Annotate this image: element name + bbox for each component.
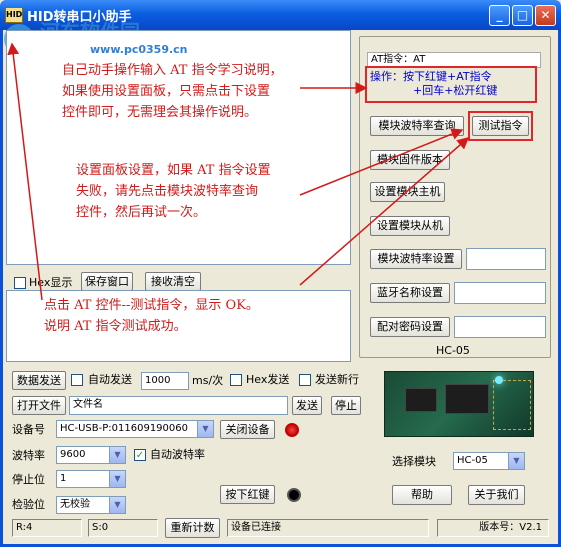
- close-button[interactable]: ✕: [535, 5, 556, 26]
- module-led-icon: [495, 376, 503, 384]
- device-status-text: 设备已连接: [227, 519, 429, 537]
- device-label: 设备号: [12, 423, 45, 436]
- press-red-key-button[interactable]: 按下红键: [220, 485, 275, 504]
- version-value: V2.1: [519, 522, 542, 533]
- module-chip-icon: [445, 384, 489, 414]
- module-antenna-icon: [493, 380, 531, 430]
- test-command-button[interactable]: 测试指令: [472, 116, 529, 136]
- hex-send-checkbox[interactable]: [230, 374, 242, 386]
- stopbit-select[interactable]: 1 ▼: [56, 470, 126, 488]
- about-button[interactable]: 关于我们: [468, 485, 525, 505]
- hex-display-checkbox[interactable]: [14, 277, 26, 289]
- open-file-button[interactable]: 打开文件: [12, 396, 66, 415]
- version-label: 版本号：: [479, 522, 520, 533]
- stopbit-label: 停止位: [12, 473, 45, 486]
- chevron-down-icon: ▼: [197, 421, 213, 437]
- send-newline-checkbox[interactable]: [299, 374, 311, 386]
- close-device-button[interactable]: 关闭设备: [220, 420, 275, 439]
- op-line-1: 操作：按下红键+AT指令: [370, 70, 492, 83]
- hex-send-label: Hex发送: [246, 373, 290, 386]
- bt-name-input[interactable]: [454, 282, 546, 304]
- baud-label: 波特率: [12, 449, 45, 462]
- save-window-button[interactable]: 保存窗口: [81, 272, 133, 291]
- auto-send-label: 自动发送: [88, 373, 132, 386]
- send-data-button[interactable]: 数据发送: [12, 371, 66, 390]
- module-caption: HC-05: [436, 344, 470, 357]
- set-bt-name-button[interactable]: 蓝牙名称设置: [370, 283, 450, 303]
- module-select-label: 选择模块: [392, 455, 436, 468]
- set-pin-button[interactable]: 配对密码设置: [370, 317, 450, 337]
- clear-receive-button[interactable]: 接收清空: [145, 272, 201, 291]
- firmware-version-button[interactable]: 模块固件版本: [370, 150, 450, 170]
- annotation-panel-guide: 设置面板设置，如果 AT 指令设置 失败，请先点击模块波特率查询 控件，然后再试…: [76, 163, 271, 220]
- hex-display-label: Hex显示: [29, 276, 73, 289]
- red-key-status-icon: [287, 488, 301, 502]
- baud-select-value: 9600: [60, 449, 86, 460]
- interval-input[interactable]: 1000: [141, 372, 189, 390]
- maximize-button[interactable]: □: [512, 5, 533, 26]
- send-newline-label: 发送新行: [315, 373, 359, 386]
- parity-select[interactable]: 无校验 ▼: [56, 496, 126, 514]
- reset-count-button[interactable]: 重新计数: [165, 518, 220, 538]
- auto-send-checkbox[interactable]: [71, 374, 83, 386]
- auto-baud-label: 自动波特率: [150, 448, 205, 461]
- module-select[interactable]: HC-05 ▼: [453, 452, 525, 470]
- watermark-url: www.pc0359.cn: [90, 43, 188, 56]
- stop-button[interactable]: 停止: [331, 396, 361, 415]
- minimize-button[interactable]: _: [489, 5, 510, 26]
- chevron-down-icon: ▼: [109, 471, 125, 487]
- chevron-down-icon: ▼: [109, 497, 125, 513]
- operation-instruction-box: 操作：按下红键+AT指令 +回车+松开红键: [365, 66, 537, 103]
- stopbit-select-value: 1: [60, 473, 67, 484]
- rx-count: R:4: [12, 519, 82, 537]
- device-select[interactable]: HC-USB-P:011609190060 ▼: [56, 420, 214, 438]
- chevron-down-icon: ▼: [109, 447, 125, 463]
- auto-baud-checkbox[interactable]: [134, 449, 146, 461]
- file-name-input[interactable]: 文件名: [69, 396, 288, 415]
- help-button[interactable]: 帮助: [392, 485, 452, 505]
- interval-unit: ms/次: [192, 374, 224, 387]
- set-baud-button[interactable]: 模块波特率设置: [370, 249, 462, 269]
- module-chip-icon: [405, 388, 437, 412]
- version-box: 版本号：V2.1: [437, 519, 549, 537]
- app-icon: HID: [5, 7, 23, 23]
- parity-select-value: 无校验: [60, 499, 90, 510]
- set-slave-button[interactable]: 设置模块从机: [370, 216, 450, 236]
- baud-select[interactable]: 9600 ▼: [56, 446, 126, 464]
- annotation-at-guide: 自己动手操作输入 AT 指令学习说明， 如果使用设置面板，只需点击下设置 控件即…: [62, 63, 283, 120]
- parity-label: 检验位: [12, 498, 45, 511]
- pin-input[interactable]: [454, 316, 546, 338]
- baud-query-button[interactable]: 模块波特率查询: [370, 116, 464, 136]
- annotation-test-result: 点击 AT 控件--测试指令，显示 OK。 说明 AT 指令测试成功。: [44, 298, 259, 334]
- device-status-led-icon: [285, 423, 299, 437]
- bluetooth-module-image: [384, 371, 534, 437]
- tx-count: S:0: [88, 519, 158, 537]
- op-line-2: +回车+松开红键: [413, 84, 498, 97]
- send-button[interactable]: 发送: [292, 396, 322, 415]
- baud-setting-input[interactable]: [466, 248, 546, 270]
- module-select-value: HC-05: [457, 455, 488, 466]
- set-master-button[interactable]: 设置模块主机: [370, 182, 445, 202]
- device-select-value: HC-USB-P:011609190060: [60, 423, 188, 434]
- chevron-down-icon: ▼: [508, 453, 524, 469]
